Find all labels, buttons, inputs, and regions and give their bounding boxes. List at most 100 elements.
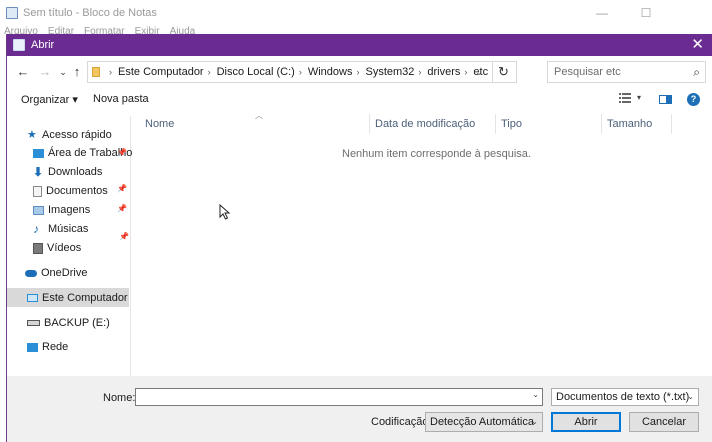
nav-item-label: Rede	[42, 341, 69, 353]
nav-item-documents[interactable]: Documentos	[33, 182, 108, 200]
nav-item-onedrive[interactable]: OneDrive	[25, 264, 87, 282]
music-note-icon: ♪	[33, 221, 39, 236]
nav-item-quick-access[interactable]: ★ Acesso rápido	[27, 126, 112, 144]
pin-icon: 📌	[119, 232, 129, 241]
empty-results-message: Nenhum item corresponde à pesquisa.	[342, 148, 531, 160]
nav-item-label: Documentos	[46, 185, 108, 197]
column-header-date-modified[interactable]: Data de modificação	[375, 118, 475, 130]
address-bar[interactable]: › Este Computador › Disco Local (C:) › Wind…	[87, 61, 517, 83]
minimize-button[interactable]: —	[580, 0, 624, 26]
breadcrumb-este-computador[interactable]: Este Computador	[118, 66, 204, 78]
nav-item-pictures[interactable]: Imagens	[33, 201, 90, 219]
folder-icon	[92, 67, 100, 77]
drive-icon	[27, 320, 40, 326]
chevron-down-icon: ⌄	[531, 417, 538, 426]
file-name-field[interactable]: ⌄	[135, 388, 543, 406]
breadcrumb-chevron-icon: ›	[464, 67, 468, 77]
breadcrumb-chevron-icon: ›	[207, 67, 211, 77]
breadcrumb-windows[interactable]: Windows	[308, 66, 353, 78]
column-header-name[interactable]: Nome	[145, 118, 174, 130]
nav-item-label: Acesso rápido	[42, 129, 112, 141]
breadcrumb-system32[interactable]: System32	[365, 66, 414, 78]
computer-monitor-icon	[27, 294, 38, 302]
column-header-type[interactable]: Tipo	[501, 118, 522, 130]
back-arrow-icon[interactable]: ←	[15, 63, 31, 81]
search-input[interactable]	[548, 62, 678, 82]
address-dropdown-chevron-icon[interactable]: ⌄	[472, 62, 486, 82]
encoding-select[interactable]: Detecção Automática ⌄	[425, 412, 543, 432]
nav-item-videos[interactable]: Vídeos	[33, 239, 81, 257]
mouse-pointer-icon	[219, 204, 231, 220]
refresh-icon[interactable]: ↻	[492, 62, 514, 82]
column-divider[interactable]	[495, 114, 496, 134]
view-options-icon[interactable]	[619, 93, 631, 103]
star-icon: ★	[27, 128, 37, 141]
pin-icon: 📌	[117, 204, 127, 213]
view-options-chevron-icon[interactable]: ▾	[637, 93, 641, 102]
nav-item-network[interactable]: Rede	[27, 338, 68, 356]
notepad-icon	[6, 7, 18, 19]
navigation-pane: ★ Acesso rápido Área de Trabalho 📌 ⬇ Dow…	[7, 116, 132, 376]
up-arrow-icon[interactable]: ↑	[69, 63, 85, 81]
breadcrumb-chevron-icon: ›	[109, 67, 112, 77]
chevron-down-icon: ⌄	[687, 392, 694, 401]
nav-item-label: Músicas	[48, 223, 89, 235]
nav-item-label: BACKUP (E:)	[44, 317, 110, 329]
dialog-toolbar: Organizar ▾ Nova pasta ▾ ?	[7, 89, 712, 111]
column-divider[interactable]	[671, 114, 672, 134]
nav-item-label: OneDrive	[41, 267, 88, 279]
organize-button[interactable]: Organizar ▾	[21, 93, 78, 106]
network-icon	[27, 342, 38, 352]
forward-arrow-icon[interactable]: →	[37, 63, 53, 81]
breadcrumb-chevron-icon: ›	[356, 67, 360, 77]
desktop-icon	[33, 148, 44, 158]
address-row: ← → ⌄ ↑ › Este Computador › Disco Local (C…	[7, 61, 712, 83]
new-folder-button[interactable]: Nova pasta	[93, 93, 149, 105]
file-name-label: Nome:	[103, 392, 136, 404]
document-icon	[33, 185, 42, 197]
breadcrumb-disco-local[interactable]: Disco Local (C:)	[217, 66, 295, 78]
help-icon[interactable]: ?	[687, 93, 700, 106]
nav-item-downloads[interactable]: ⬇ Downloads	[33, 163, 102, 181]
notepad-title: Sem título - Bloco de Notas	[23, 7, 157, 19]
column-header-size[interactable]: Tamanho	[607, 118, 652, 130]
column-divider[interactable]	[601, 114, 602, 134]
sort-indicator-icon: ︿	[255, 111, 263, 120]
pin-icon: 📌	[117, 148, 127, 157]
nav-item-label: Imagens	[48, 204, 91, 216]
dialog-titlebar: Abrir	[7, 34, 712, 56]
preview-pane-icon[interactable]	[659, 95, 672, 104]
dialog-title: Abrir	[31, 39, 55, 51]
close-icon[interactable]: ✕	[691, 37, 704, 53]
encoding-label: Codificação:	[371, 416, 432, 428]
nav-item-label: Vídeos	[47, 242, 82, 254]
notepad-close-placeholder	[668, 0, 712, 26]
notepad-window-controls: — ☐	[580, 0, 712, 26]
nav-item-backup-drive[interactable]: BACKUP (E:)	[27, 314, 110, 332]
nav-item-label: Downloads	[48, 166, 103, 178]
nav-item-this-pc[interactable]: Este Computador	[27, 289, 128, 307]
file-name-input[interactable]	[136, 389, 526, 405]
search-box[interactable]: ⌕	[547, 61, 706, 83]
cancel-button[interactable]: Cancelar	[629, 412, 699, 432]
open-dialog: Abrir ✕ ← → ⌄ ↑ › Este Computador › Disco …	[6, 34, 712, 442]
video-film-icon	[33, 242, 43, 254]
file-name-dropdown-chevron-icon[interactable]: ⌄	[532, 390, 539, 399]
maximize-button[interactable]: ☐	[624, 0, 668, 26]
column-divider[interactable]	[369, 114, 370, 134]
dialog-footer: Nome: ⌄ Documentos de texto (*.txt) ⌄ Co…	[7, 376, 712, 442]
download-arrow-icon: ⬇	[33, 164, 44, 179]
open-button[interactable]: Abrir	[551, 412, 621, 432]
pin-icon: 📌	[117, 184, 127, 193]
search-icon[interactable]: ⌕	[693, 65, 700, 80]
nav-item-music[interactable]: ♪ Músicas	[33, 220, 88, 238]
breadcrumb-chevron-icon: ›	[298, 67, 302, 77]
pictures-icon	[33, 205, 44, 215]
nav-item-label: Este Computador	[42, 292, 128, 304]
cloud-icon	[25, 269, 37, 277]
breadcrumb-drivers[interactable]: drivers	[427, 66, 460, 78]
encoding-value: Detecção Automática	[430, 416, 534, 428]
file-type-value: Documentos de texto (*.txt)	[556, 391, 690, 403]
file-type-select[interactable]: Documentos de texto (*.txt) ⌄	[551, 388, 699, 406]
file-list-header: ︿ Nome Data de modificação Tipo Tamanho	[137, 111, 682, 134]
